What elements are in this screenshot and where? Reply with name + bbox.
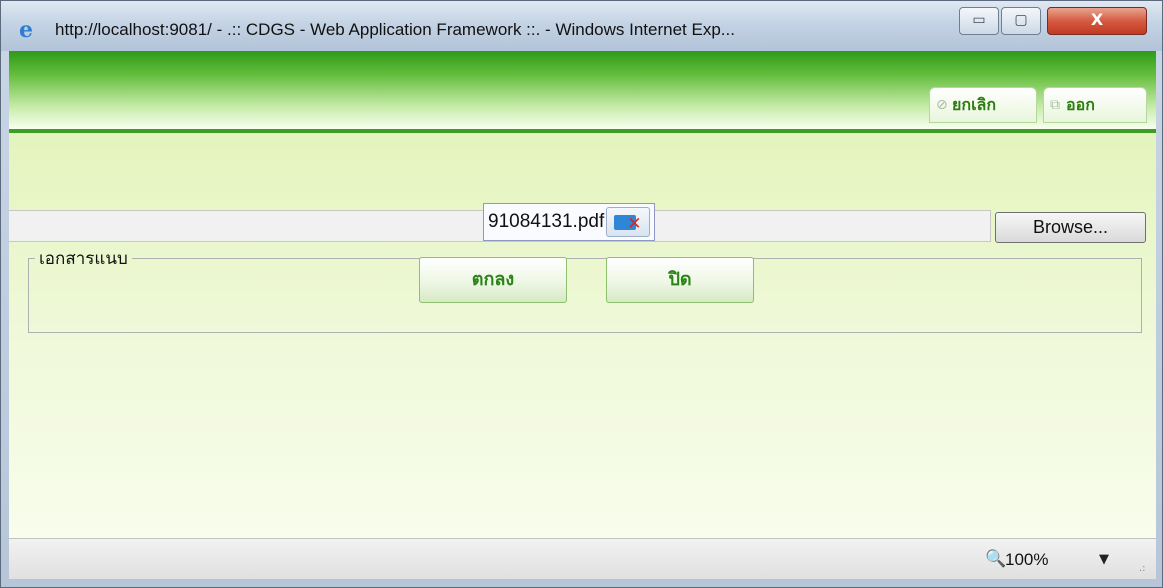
page-content: ⊘ ยกเลิก ⧉ ออก Browse... เอกสารแนบ 91084… xyxy=(9,51,1156,577)
zoom-icon[interactable]: 🔍 xyxy=(985,549,1006,569)
cancel-icon: ⊘ xyxy=(936,97,948,113)
delete-x-icon: ✕ xyxy=(627,214,642,234)
attachment-filename[interactable]: 91084131.pdf xyxy=(488,211,606,233)
close-window-button[interactable]: X xyxy=(1047,7,1147,35)
window-title: http://localhost:9081/ - .:: CDGS - Web … xyxy=(55,20,735,39)
form-body: Browse... เอกสารแนบ xyxy=(9,133,1156,577)
browse-button[interactable]: Browse... xyxy=(995,212,1146,243)
exit-button[interactable]: ⧉ ออก xyxy=(1043,87,1147,123)
minimize-button[interactable]: ▭ xyxy=(959,7,999,35)
cancel-label: ยกเลิก xyxy=(952,95,997,114)
status-bar: 🔍 100% ▼ .: xyxy=(9,538,1156,579)
internet-explorer-icon: e xyxy=(19,17,33,43)
browser-window: e http://localhost:9081/ - .:: CDGS - We… xyxy=(0,0,1163,588)
cancel-button[interactable]: ⊘ ยกเลิก xyxy=(929,87,1037,123)
exit-label: ออก xyxy=(1066,95,1095,114)
attachments-legend: เอกสารแนบ xyxy=(39,249,128,269)
resize-grip-icon[interactable]: .: xyxy=(1139,563,1146,574)
page-header: ⊘ ยกเลิก ⧉ ออก xyxy=(9,51,1156,133)
close-button[interactable]: ปิด xyxy=(606,257,754,303)
title-bar[interactable]: e http://localhost:9081/ - .:: CDGS - We… xyxy=(1,1,1162,51)
attachments-fieldset: เอกสารแนบ xyxy=(28,245,1142,333)
exit-icon: ⧉ xyxy=(1050,97,1060,113)
maximize-button[interactable]: ▢ xyxy=(1001,7,1041,35)
zoom-level[interactable]: 100% xyxy=(1005,550,1048,570)
ok-button[interactable]: ตกลง xyxy=(419,257,567,303)
attachment-item: 91084131.pdf ✕ xyxy=(483,203,656,241)
delete-attachment-button[interactable]: ✕ xyxy=(606,207,651,237)
zoom-dropdown-icon[interactable]: ▼ xyxy=(1099,552,1109,567)
